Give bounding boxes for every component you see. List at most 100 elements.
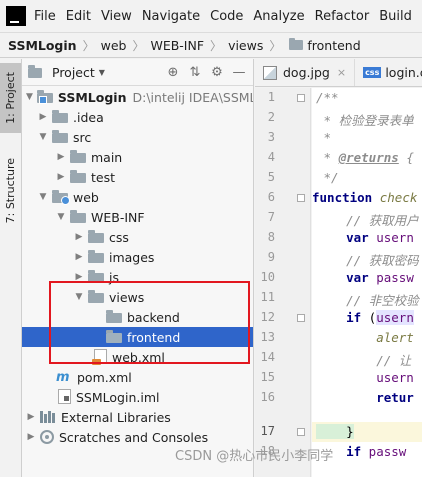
menu-run[interactable]: Ru [417,9,422,24]
tree-item-label: js [109,269,119,285]
project-panel-title[interactable]: Project [52,65,95,80]
tree-item-label: test [91,169,116,185]
tree-item-js[interactable]: ▶ js [22,267,253,287]
breadcrumb-web-inf[interactable]: WEB-INF [150,38,204,53]
chevron-right-icon[interactable]: ▶ [26,412,36,422]
menu-refactor[interactable]: Refactor [310,9,375,24]
tree-item-label: WEB-INF [91,209,145,225]
tree-item-web-inf[interactable]: ▼ WEB-INF [22,207,253,227]
menu-code[interactable]: Code [205,9,248,24]
code-function-name: check [372,190,418,205]
tree-item-ssmlogin-iml[interactable]: SSMLogin.iml [22,387,253,407]
collapse-all-icon[interactable]: ⇅ [187,65,203,81]
project-panel-tools: ⊕ ⇅ ⚙ — [159,59,247,86]
code-variable: usern [368,230,414,245]
tree-item-images[interactable]: ▶ images [22,247,253,267]
tree-item-frontend[interactable]: frontend [22,327,253,347]
chevron-right-icon[interactable]: ▶ [56,152,66,162]
tree-item-label: External Libraries [61,409,171,425]
chevron-right-icon[interactable]: ▶ [26,432,36,442]
line-number: 4 [267,150,275,164]
breadcrumb-views[interactable]: views [228,38,263,53]
folder-icon [88,250,104,263]
tree-item-external-libraries[interactable]: ▶ External Libraries [22,407,253,427]
folder-icon [70,170,86,183]
code-variable: passw [361,444,407,459]
maven-icon: m [56,369,70,385]
code-brace: } [316,424,354,439]
gear-icon[interactable]: ⚙ [209,65,225,81]
menu-view[interactable]: View [96,9,137,24]
tree-item-src[interactable]: ▼ src [22,127,253,147]
tab-structure-tool[interactable]: 7: Structure [0,151,21,231]
tab-login-css[interactable]: css login.cs [355,59,422,86]
fold-icon[interactable] [297,314,305,322]
tree-item-label: views [109,289,145,305]
code-line: * 检验登录表单 [316,110,414,129]
chevron-right-icon[interactable]: ▶ [56,172,66,182]
code-editor[interactable]: /** * 检验登录表单 * * @returns { */ function … [312,88,422,477]
code-function-call: alert [316,330,414,345]
chevron-right-icon[interactable]: ▶ [74,272,84,282]
code-comment: // 让 [316,353,412,368]
chevron-down-icon[interactable]: ▼ [56,212,66,222]
close-icon[interactable]: × [337,66,346,79]
tab-dog-jpg[interactable]: dog.jpg × [255,59,356,86]
menu-file[interactable]: File [29,9,61,24]
tree-item-views[interactable]: ▼ views [22,287,253,307]
chevron-down-icon[interactable]: ▼ [26,92,33,102]
tree-item-label: Scratches and Consoles [59,429,209,445]
menu-edit[interactable]: Edit [61,9,96,24]
chevron-down-icon[interactable]: ▼ [74,292,84,302]
tree-item-scratches[interactable]: ▶ Scratches and Consoles [22,427,253,447]
tree-item-web[interactable]: ▼ web [22,187,253,207]
menu-analyze[interactable]: Analyze [248,9,309,24]
scratches-icon [40,430,54,444]
line-number: 12 [260,310,275,324]
chevron-down-icon[interactable]: ▼ [38,192,48,202]
tree-item-main[interactable]: ▶ main [22,147,253,167]
line-number: 3 [267,130,275,144]
tree-item-label: backend [127,309,180,325]
menu-build[interactable]: Build [374,9,417,24]
tree-item-ssmlogin[interactable]: ▼ SSMLogin D:\intelij IDEA\SSMLog [22,87,253,107]
tree-item-label: frontend [127,329,181,345]
tree-item-web-xml[interactable]: web.xml [22,347,253,367]
line-number: 14 [260,350,275,364]
locate-icon[interactable]: ⊕ [165,65,181,81]
folder-icon [88,230,104,243]
tree-item-css[interactable]: ▶ css [22,227,253,247]
tree-item-pom-xml[interactable]: m pom.xml [22,367,253,387]
folder-icon [88,270,104,283]
code-line: // 非空校验 [316,290,419,309]
code-line: * @returns { [316,150,414,165]
breadcrumb-frontend[interactable]: frontend [307,38,360,53]
chevron-down-icon[interactable]: ▼ [99,68,105,77]
library-icon [40,411,56,423]
code-variable: usern [316,370,414,385]
structure-tool-label: 7: Structure [4,158,17,224]
chevron-right-icon[interactable]: ▶ [74,232,84,242]
fold-icon[interactable] [297,194,305,202]
menu-navigate[interactable]: Navigate [137,9,205,24]
tree-item-test[interactable]: ▶ test [22,167,253,187]
code-keyword: function [312,190,373,205]
folder-icon [289,38,304,50]
fold-icon[interactable] [297,428,305,436]
tab-project-tool[interactable]: 1: Project [0,63,21,133]
code-keyword: var [316,270,369,285]
code-variable: passw [368,270,414,285]
chevron-down-icon[interactable]: ▼ [38,132,48,142]
line-number: 17 [260,424,275,438]
chevron-right-icon[interactable]: ▶ [38,112,48,122]
breadcrumb-web[interactable]: web [101,38,127,53]
tree-item-backend[interactable]: backend [22,307,253,327]
project-folder-icon [36,90,53,104]
breadcrumb-project[interactable]: SSMLogin [8,38,77,53]
chevron-right-icon[interactable]: ▶ [74,252,84,262]
fold-icon[interactable] [297,94,305,102]
tree-item-idea[interactable]: ▶ .idea [22,107,253,127]
hide-icon[interactable]: — [231,65,247,81]
code-keyword: if [316,310,362,325]
code-line: // 让 [316,350,411,369]
